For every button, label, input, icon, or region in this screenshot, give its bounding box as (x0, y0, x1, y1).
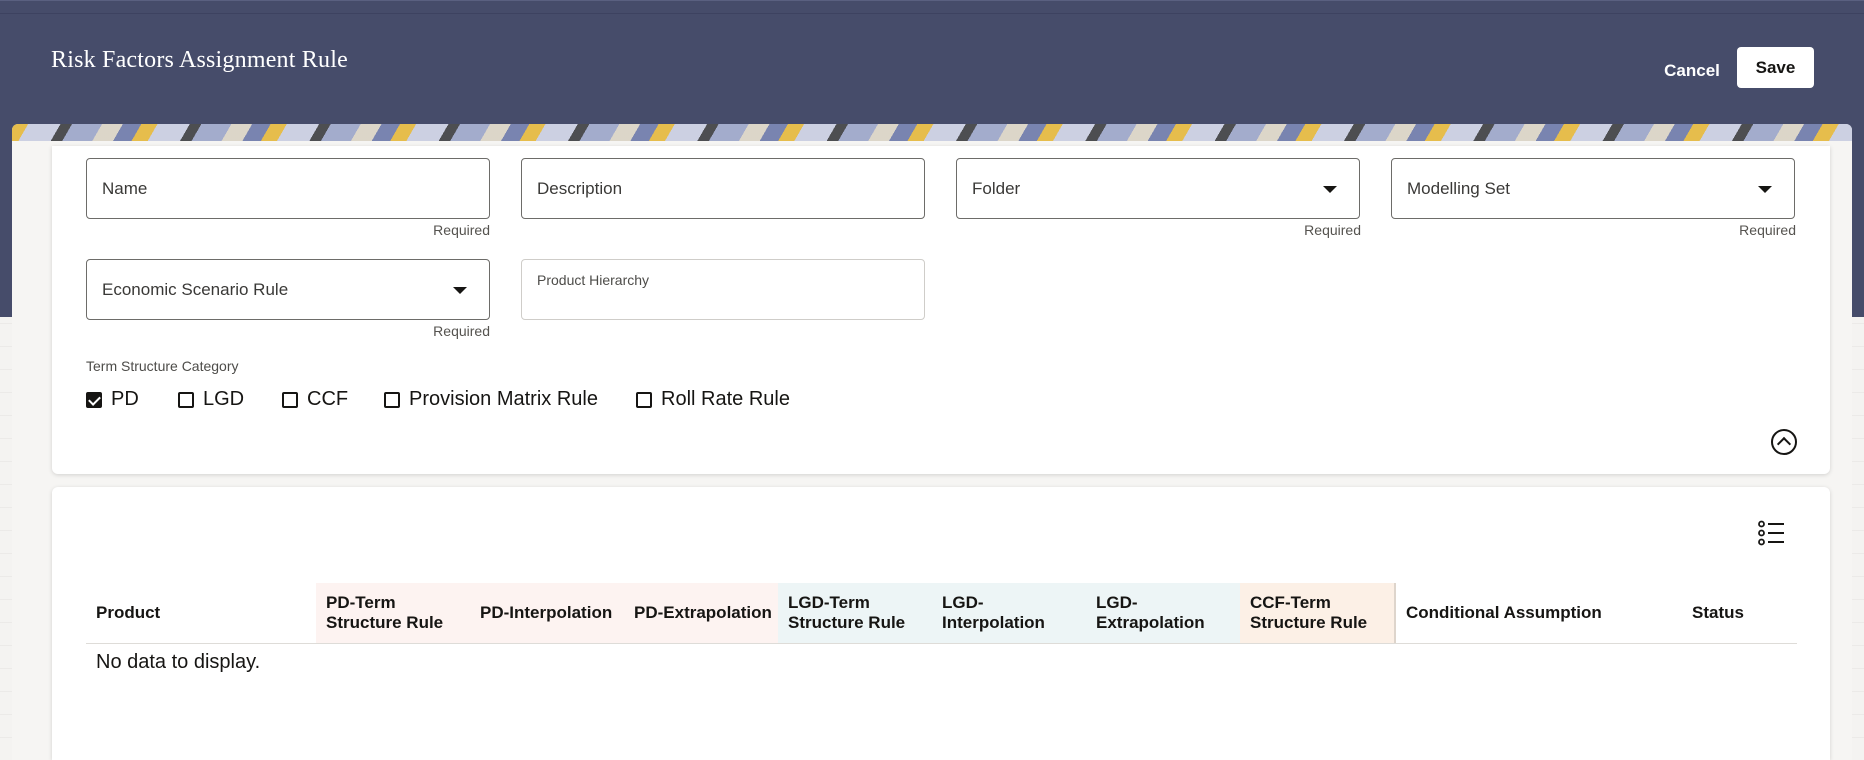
economic-scenario-required-hint: Required (433, 323, 490, 339)
name-required-hint: Required (433, 222, 490, 238)
folder-select[interactable]: Folder (956, 158, 1360, 219)
checkbox-box[interactable] (178, 391, 194, 408)
product-hierarchy-field[interactable]: Product Hierarchy (521, 259, 925, 320)
checkbox-roll-rate-rule-label: Roll Rate Rule (661, 388, 790, 410)
checkbox-ccf[interactable]: CCF (282, 388, 348, 411)
column-header-lgd-interpolation[interactable]: LGD-Interpolation (932, 583, 1086, 643)
checkbox-box[interactable] (282, 391, 298, 408)
column-list-icon[interactable] (1758, 520, 1786, 546)
economic-scenario-rule-select[interactable]: Economic Scenario Rule (86, 259, 490, 320)
table-header: Product PD-Term Structure Rule PD-Interp… (86, 583, 1797, 644)
column-header-ccf-term-structure-rule[interactable]: CCF-Term Structure Rule (1240, 583, 1396, 643)
column-header-pd-extrapolation[interactable]: PD-Extrapolation (624, 583, 778, 643)
description-field[interactable]: Description (521, 158, 925, 219)
chevron-down-icon (1323, 186, 1337, 193)
column-header-lgd-extrapolation[interactable]: LGD-Extrapolation (1086, 583, 1240, 643)
term-structure-category-label: Term Structure Category (86, 358, 239, 374)
checkbox-provision-matrix-rule[interactable]: Provision Matrix Rule (384, 388, 598, 411)
checkbox-pd-label: PD (111, 388, 139, 410)
chevron-down-icon (453, 287, 467, 294)
page-title: Risk Factors Assignment Rule (51, 47, 348, 73)
checkbox-box[interactable] (636, 391, 652, 408)
column-header-pd-term-structure-rule[interactable]: PD-Term Structure Rule (316, 583, 470, 643)
description-field-label: Description (537, 179, 623, 198)
collapse-up-icon[interactable] (1771, 429, 1797, 455)
column-header-conditional-assumption[interactable]: Conditional Assumption (1396, 583, 1682, 643)
product-hierarchy-label: Product Hierarchy (537, 272, 650, 288)
folder-select-label: Folder (972, 179, 1021, 198)
checkbox-provision-matrix-rule-label: Provision Matrix Rule (409, 388, 598, 410)
checkbox-pd[interactable]: PD (86, 388, 139, 411)
checkbox-ccf-label: CCF (307, 388, 349, 410)
checkbox-box[interactable] (384, 391, 400, 408)
checkbox-lgd-label: LGD (203, 388, 245, 410)
empty-table-message: No data to display. (96, 651, 261, 673)
modelling-set-select-label: Modelling Set (1407, 179, 1511, 198)
checkbox-lgd[interactable]: LGD (178, 388, 244, 411)
modelling-set-select[interactable]: Modelling Set (1391, 158, 1795, 219)
column-header-lgd-term-structure-rule[interactable]: LGD-Term Structure Rule (778, 583, 932, 643)
decorative-banner (12, 124, 1852, 141)
folder-required-hint: Required (1304, 222, 1361, 238)
column-header-pd-interpolation[interactable]: PD-Interpolation (470, 583, 624, 643)
name-field[interactable]: Name (86, 158, 490, 219)
save-button[interactable]: Save (1737, 47, 1814, 88)
cancel-button[interactable]: Cancel (1651, 56, 1733, 86)
column-header-status[interactable]: Status (1682, 583, 1797, 643)
economic-scenario-rule-label: Economic Scenario Rule (102, 280, 289, 299)
modelling-set-required-hint: Required (1739, 222, 1796, 238)
column-header-product[interactable]: Product (86, 583, 316, 643)
checkmark-icon[interactable] (86, 391, 102, 408)
name-field-label: Name (102, 179, 148, 198)
header-divider (0, 13, 1864, 14)
checkbox-roll-rate-rule[interactable]: Roll Rate Rule (636, 388, 790, 411)
chevron-down-icon (1758, 186, 1772, 193)
